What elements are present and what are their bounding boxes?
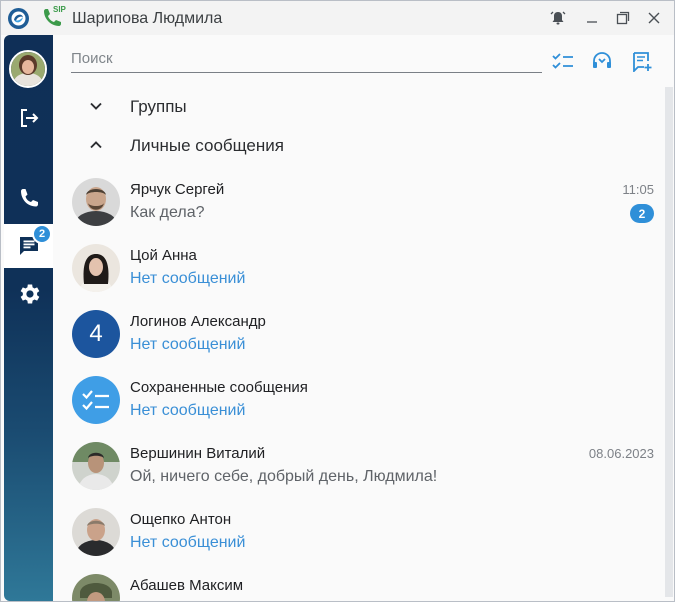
maximize-button[interactable] (612, 7, 634, 29)
minimize-button[interactable] (581, 7, 603, 29)
chevron-down-icon (90, 102, 102, 110)
chat-item[interactable]: Сохраненные сообщения Нет сообщений (53, 367, 662, 433)
main-panel: Группы Личные сообщения (53, 35, 674, 601)
chat-avatar (72, 244, 120, 292)
section-groups-label: Группы (130, 97, 187, 116)
alarm-bell-button[interactable] (547, 7, 569, 29)
minimize-icon (587, 21, 597, 23)
chat-list: Группы Личные сообщения Ярчук Сергей Как… (53, 85, 662, 601)
search-input[interactable] (71, 45, 542, 71)
title-bar: SIP Шарипова Людмила (1, 1, 674, 35)
app-window: SIP Шарипова Людмила 2 Поиск Группы Личн… (0, 0, 675, 602)
new-chat-button[interactable] (630, 49, 654, 73)
sidebar-item-settings[interactable] (4, 272, 53, 316)
sidebar-item-chats[interactable]: 2 (4, 224, 53, 268)
bell-icon (550, 11, 566, 25)
app-logo-icon (8, 8, 29, 29)
sidebar-item-calls[interactable] (4, 176, 53, 220)
chat-item[interactable]: Цой Анна Нет сообщений (53, 235, 662, 301)
support-button[interactable] (590, 49, 614, 73)
headset-icon (593, 52, 611, 68)
sip-label: SIP (53, 5, 66, 14)
chat-item[interactable]: 4 Логинов Александр Нет сообщений (53, 301, 662, 367)
search-box (71, 45, 542, 73)
chat-list-scrollbar[interactable] (665, 87, 673, 597)
sidebar-item-logout[interactable] (4, 96, 53, 140)
chat-item[interactable]: Абашев Максим (53, 565, 662, 601)
chat-name: Вершинин Виталий (130, 445, 266, 462)
close-icon (648, 12, 660, 24)
chat-avatar (72, 574, 120, 601)
chat-last-message: Нет сообщений (130, 402, 246, 419)
window-title: Шарипова Людмила (72, 10, 223, 27)
sip-phone-icon: SIP (41, 5, 66, 30)
sidebar: 2 (4, 35, 53, 601)
chat-last-message: Нет сообщений (130, 534, 246, 551)
user-avatar-photo (11, 52, 45, 86)
chat-last-message: Как дела? (130, 204, 205, 221)
checklist-icon (552, 53, 573, 69)
chat-avatar (72, 376, 120, 424)
chat-avatar-initial: 4 (72, 310, 120, 358)
chat-name: Сохраненные сообщения (130, 379, 308, 396)
chat-name: Цой Анна (130, 247, 197, 264)
chat-name: Логинов Александр (130, 313, 266, 330)
chat-item[interactable]: Ярчук Сергей Как дела? 11:05 2 (53, 169, 662, 235)
restore-icon (616, 11, 630, 25)
chat-avatar (72, 442, 120, 490)
checklist-icon (82, 390, 109, 411)
unread-badge: 2 (630, 204, 654, 223)
chat-name: Ощепко Антон (130, 511, 232, 528)
chat-item[interactable]: Вершинин Виталий Ой, ничего себе, добрый… (53, 433, 662, 499)
chat-time: 08.06.2023 (588, 446, 654, 461)
new-chat-icon (633, 52, 652, 72)
chevron-up-icon (90, 141, 102, 149)
section-groups[interactable]: Группы (53, 88, 662, 124)
chats-unread-badge: 2 (32, 224, 52, 244)
phone-icon (20, 189, 38, 207)
user-avatar[interactable] (9, 50, 47, 88)
section-personal[interactable]: Личные сообщения (53, 127, 662, 163)
chat-last-message: Ой, ничего себе, добрый день, Людмила! (130, 468, 438, 485)
chat-avatar (72, 178, 120, 226)
chat-item[interactable]: Ощепко Антон Нет сообщений (53, 499, 662, 565)
chat-name: Абашев Максим (130, 577, 244, 594)
close-button[interactable] (643, 7, 665, 29)
chat-name: Ярчук Сергей (130, 181, 225, 198)
logout-icon (20, 109, 38, 127)
gear-icon (20, 284, 39, 304)
chat-last-message: Нет сообщений (130, 336, 246, 353)
select-chats-button[interactable] (551, 49, 575, 73)
chat-avatar (72, 508, 120, 556)
chat-last-message: Нет сообщений (130, 270, 246, 287)
chat-time: 11:05 (622, 182, 654, 197)
section-personal-label: Личные сообщения (130, 136, 284, 155)
